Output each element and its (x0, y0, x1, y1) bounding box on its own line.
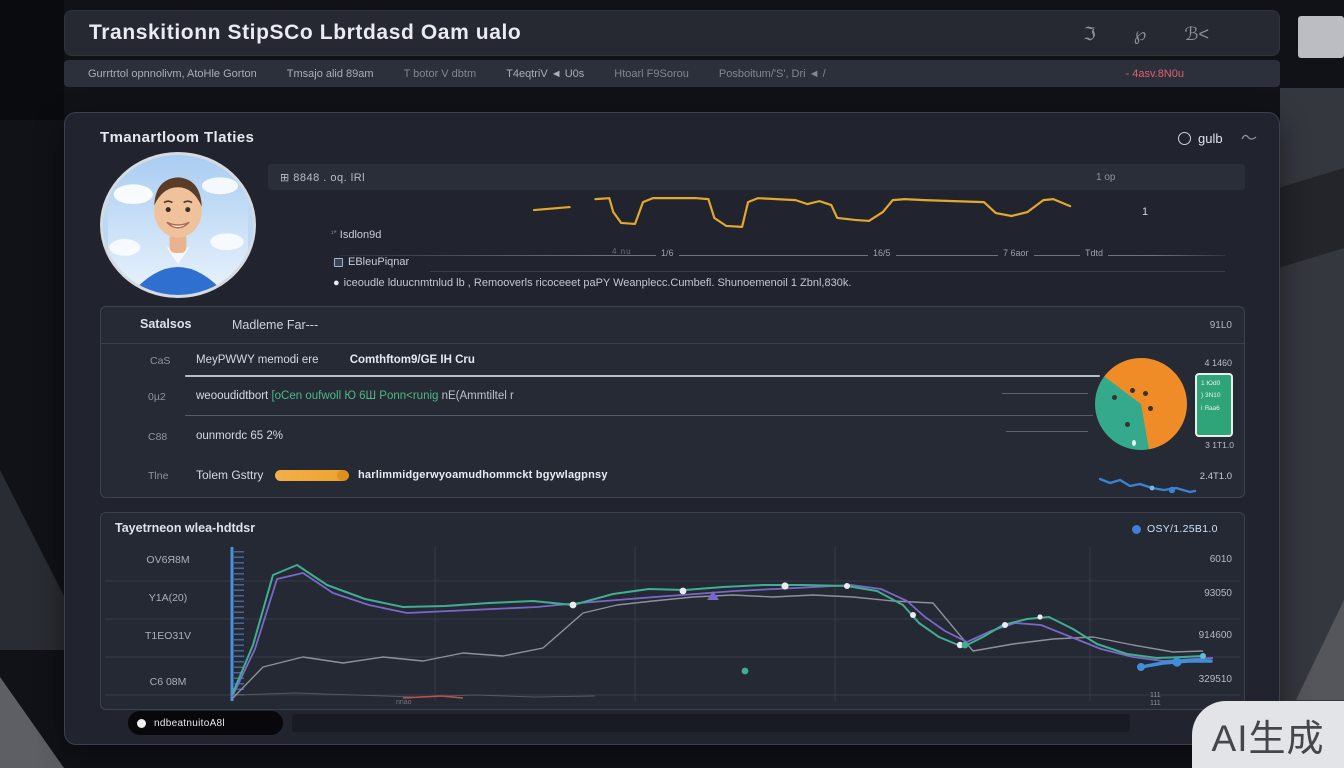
gray-series (232, 595, 1203, 699)
strip-label: ⊞ 8848 . oq. lRl (280, 171, 365, 184)
footer-input-strip[interactable] (292, 714, 1130, 732)
ai-watermark: AI生成 (1192, 701, 1344, 768)
row-2-underline (185, 415, 1093, 416)
footer-pill-label: ndbeatnuitoA8l (154, 718, 225, 729)
multi-series-line-chart[interactable] (105, 545, 1240, 705)
nav-item-3[interactable]: T botor V dbtm (404, 68, 477, 80)
bg-wedge-top-left (0, 0, 64, 120)
chart-footnote: 111 111 (1150, 692, 1161, 707)
series-label-2: EBleuPiqnar (334, 256, 409, 268)
avatar-illustration (103, 155, 253, 295)
pie-sliver (1132, 440, 1136, 446)
toolbar-strip: ⊞ 8848 . oq. lRl 1 op (268, 164, 1245, 190)
row-4-bold-text: harlimmidgerwyoamudhommckt bgywlagpnsy (358, 469, 608, 481)
legend-line-2: ) 3N10 (1201, 390, 1227, 402)
bg-wedge-bottom-left-dark (0, 470, 64, 650)
row-1-underline (185, 375, 1100, 377)
refresh-control[interactable]: gulb (1178, 131, 1258, 146)
purple-series (232, 573, 1213, 697)
table-header-col1: Satalsos (140, 317, 191, 331)
right-value-4: 329510 (1162, 674, 1232, 685)
axis-tick-1: 1/6 (656, 248, 679, 258)
green-highlight-text: [oCen oufwoll Ю 6Ш Ponn<runig (271, 390, 438, 402)
refresh-label: gulb (1198, 131, 1223, 146)
bg-light-block (1298, 16, 1344, 58)
pie-dot (1143, 391, 1148, 396)
pie-chart[interactable] (1095, 358, 1187, 450)
series-2-swatch-icon (334, 258, 343, 267)
table-header-col2: Madleme Far--- (232, 318, 318, 332)
pen-icon[interactable] (1240, 131, 1258, 146)
progress-pill (275, 470, 347, 481)
grid-icon: ⊞ (280, 172, 290, 184)
strip-right-label: 1 op (1096, 172, 1115, 183)
legend-line-1: 1 Юd0 (1201, 378, 1227, 390)
pie-legend-box: 1 Юd0 ) 3N10 i Яaa6 (1195, 373, 1233, 437)
nav-item-6[interactable]: Posboitum/'S', Dri ◄ / (719, 68, 826, 80)
bullet-icon: ● (333, 277, 340, 289)
row-key-3: C88 (148, 431, 167, 443)
yellow-sparkline (530, 190, 1085, 240)
record-dot-icon (137, 719, 146, 728)
row-key-1: CaS (150, 355, 170, 367)
series-label-1: ¹*Isdlon9d (331, 229, 381, 241)
nav-item-5[interactable]: Htoarl F9Sorou (614, 68, 689, 80)
ai-watermark-text: AI生成 (1212, 708, 1325, 762)
spark-annotation: 1 (1142, 206, 1148, 218)
axis-tick-3: 7 6aor (998, 248, 1034, 258)
row-key-4: Tlne (148, 470, 168, 482)
divider-line (430, 271, 1225, 272)
bottom-chart-value-text: OSY/1.25B1.0 (1147, 523, 1218, 535)
link-icon[interactable]: ℬ< (1184, 24, 1209, 45)
right-value-2: 93050 (1162, 588, 1232, 599)
header-bar: Transkitionn StipSCo Lbrtdasd Oam ualo ℑ… (64, 10, 1280, 56)
strip-text: 8848 . oq. lRl (293, 172, 365, 184)
summary-note: ●iceoudle lduucnmtnlud lb , Remooverls r… (333, 277, 1233, 289)
pie-callout-1 (1002, 393, 1088, 394)
row-value-1: 4 1460 (1172, 358, 1232, 368)
row-value-3: 3 1T1.0 (1174, 440, 1234, 450)
ornament-icon-2[interactable]: ℘ (1134, 24, 1147, 45)
table-header-divider (101, 343, 1244, 344)
panel-title: Tmanartloom Tlaties (100, 129, 254, 146)
nav-item-2[interactable]: Tmsajo alid 89am (287, 68, 374, 80)
blue-mini-sparkline (1098, 472, 1198, 498)
row-key-2: 0µ2 (148, 391, 166, 403)
refresh-icon (1178, 132, 1191, 145)
ornament-icon-1[interactable]: ℑ (1083, 24, 1096, 45)
bottom-chart-header-value: OSY/1.25B1.0 (1132, 523, 1218, 535)
table-row[interactable]: MeyPWWY memodi ere Comthftom9/GE IH Cru (196, 354, 475, 366)
pie-dot (1130, 388, 1135, 393)
app-title: Transkitionn StipSCo Lbrtdasd Oam ualo (89, 21, 521, 45)
stats-table-card (100, 306, 1245, 498)
pie-dot (1148, 406, 1153, 411)
nav-item-1[interactable]: Gurrtrtol opnnolivm, AtoHle Gorton (88, 68, 257, 80)
teal-series (232, 565, 1203, 695)
table-header-value: 91L0 (1168, 320, 1232, 331)
table-row[interactable]: Tolem Gsttry (196, 468, 263, 482)
table-row[interactable]: ounmordc 65 2% (196, 430, 283, 442)
table-row[interactable]: weooudidtbort [oCen oufwoll Ю 6Ш Ponn<ru… (196, 390, 514, 402)
axis-tick-2: 16/5 (868, 248, 896, 258)
pie-dot (1125, 422, 1130, 427)
pie-dot (1112, 395, 1117, 400)
nav-bar: Gurrtrtol opnnolivm, AtoHle Gorton Tmsaj… (64, 60, 1280, 87)
tiny-chart-label: nnao (396, 699, 412, 706)
page-root: Transkitionn StipSCo Lbrtdasd Oam ualo ℑ… (0, 0, 1344, 768)
legend-line-3: i Яaa6 (1201, 403, 1227, 415)
axis-tick-4: Tdtd (1080, 248, 1108, 258)
right-value-1: 6010 (1162, 554, 1232, 565)
series-mark: ¹* (331, 229, 337, 238)
right-value-3: 914600 (1162, 630, 1232, 641)
footer-pill-button[interactable]: ndbeatnuitoA8l (128, 711, 283, 735)
pie-callout-2 (1006, 431, 1088, 432)
nav-red-value: - 4asv.8N0u (1126, 68, 1185, 80)
blue-dot-icon (1132, 525, 1141, 534)
avatar[interactable] (100, 152, 256, 298)
nav-item-4[interactable]: T4eqtriV ◄ U0s (506, 68, 584, 80)
bottom-chart-title: Tayetrneon wlea-hdtdsr (115, 521, 255, 535)
